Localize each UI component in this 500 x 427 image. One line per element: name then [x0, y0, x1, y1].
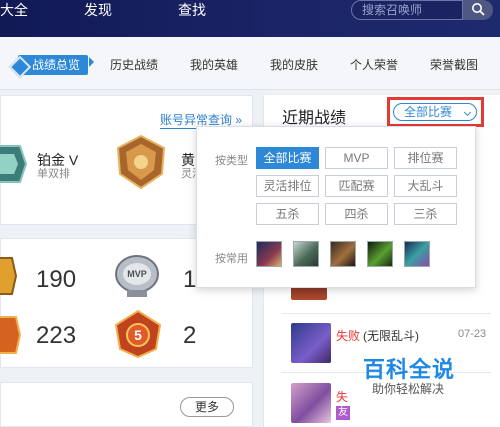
more-button[interactable]: 更多: [180, 397, 234, 417]
stat-value: 223: [36, 322, 77, 349]
hero-avatar[interactable]: [404, 241, 430, 267]
top-nav: 大全 发现 查找 搜索召唤师: [0, 0, 500, 37]
search-icon: [472, 3, 485, 16]
mvp-badge-text: MVP: [127, 269, 147, 279]
pentakill-badge-text: 5: [134, 327, 142, 343]
stat-value: 190: [36, 266, 77, 293]
filter-option-ranked[interactable]: 排位赛: [394, 147, 457, 169]
divider: [281, 313, 491, 314]
search-input[interactable]: 搜索召唤师: [351, 0, 463, 20]
nav-item-chazhao[interactable]: 查找: [178, 0, 206, 20]
stat-value: 2: [183, 322, 197, 349]
match-avatar[interactable]: [291, 323, 331, 363]
match-filter-dropdown: 按类型 全部比赛 MVP 排位赛 灵活排位 匹配赛 大乱斗 五杀 四杀 三杀 按…: [196, 126, 476, 288]
match-filter-button[interactable]: 全部比赛: [393, 103, 477, 121]
friend-badge: 友: [336, 406, 350, 420]
recent-matches-title: 近期战绩: [282, 110, 347, 127]
gold-emblem-icon: [116, 134, 166, 190]
filter-option-mvp[interactable]: MVP: [325, 147, 388, 169]
pentakill-badge-icon: 5: [114, 309, 162, 359]
hero-avatar[interactable]: [367, 241, 393, 267]
filter-common-label: 按常用: [215, 253, 248, 265]
legendary-badge-icon: [0, 316, 22, 354]
sub-tabs: 战绩总览 历史战绩 我的英雄 我的皮肤 个人荣誉 荣誉截图: [0, 37, 500, 90]
filter-option-flex[interactable]: 灵活排位: [256, 175, 319, 197]
match-filter-label: 全部比赛: [404, 105, 453, 119]
filter-option-quadra[interactable]: 四杀: [325, 203, 388, 225]
chevron-down-icon: [463, 108, 472, 117]
tab-honors[interactable]: 个人荣誉: [350, 55, 398, 75]
filter-highlight: 全部比赛: [387, 97, 484, 127]
mvp-badge-icon: MVP: [115, 255, 159, 297]
tab-history[interactable]: 历史战绩: [110, 55, 158, 75]
match-result: 失败: [336, 329, 361, 343]
gold-medal-icon: [0, 257, 18, 295]
filter-option-aram[interactable]: 大乱斗: [394, 175, 457, 197]
filter-option-triple[interactable]: 三杀: [394, 203, 457, 225]
nav-item-faxian[interactable]: 发现: [84, 0, 112, 20]
match-date: 07-23: [458, 328, 487, 340]
tab-screenshots[interactable]: 荣誉截图: [430, 55, 478, 75]
search-button[interactable]: [463, 0, 493, 20]
filter-option-all[interactable]: 全部比赛: [256, 147, 319, 169]
watermark-subtitle: 助你轻松解决: [372, 382, 445, 396]
match-mode: (无限乱斗): [363, 329, 419, 343]
rank-queue-label: 单双排: [37, 168, 70, 180]
nav-item-daquan[interactable]: 大全: [0, 0, 28, 20]
tab-overview[interactable]: 战绩总览: [18, 55, 89, 75]
filter-type-label: 按类型: [215, 155, 248, 167]
match-avatar[interactable]: [291, 383, 331, 423]
filter-option-normal[interactable]: 匹配赛: [325, 175, 388, 197]
hero-avatar[interactable]: [293, 241, 319, 267]
hero-avatar[interactable]: [330, 241, 356, 267]
match-result: 失: [336, 390, 349, 404]
hero-avatar[interactable]: [256, 241, 282, 267]
stat-value: 1: [183, 266, 197, 293]
tab-skins[interactable]: 我的皮肤: [270, 55, 318, 75]
tab-heroes[interactable]: 我的英雄: [190, 55, 238, 75]
tab-active-arrow: [89, 57, 94, 67]
filter-option-penta[interactable]: 五杀: [256, 203, 319, 225]
platinum-emblem-icon: [0, 145, 28, 183]
